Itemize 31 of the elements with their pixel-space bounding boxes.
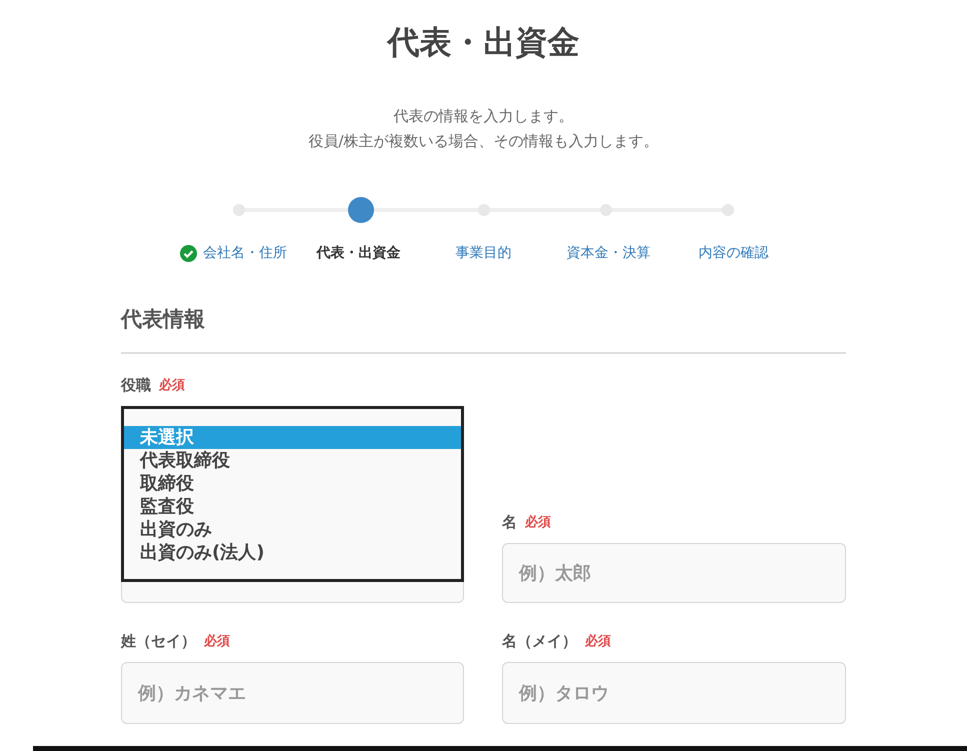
placeholder-text: 例）カネマエ [138, 682, 246, 705]
placeholder-text: 例）太郎 [519, 562, 591, 585]
step-label[interactable]: 会社名・住所 [203, 244, 287, 262]
field-label: 名 [502, 512, 517, 532]
check-circle-icon [180, 244, 197, 262]
step-label[interactable]: 内容の確認 [698, 244, 768, 262]
field-label: 名（メイ） [502, 632, 577, 650]
dropdown-option[interactable]: 出資のみ(法人) [124, 541, 461, 564]
required-tag: 必須 [204, 632, 230, 650]
required-tag: 必須 [525, 513, 551, 531]
step-label[interactable]: 資本金・決算 [566, 244, 650, 262]
required-tag: 必須 [585, 632, 611, 650]
step-label[interactable]: 事業目的 [456, 244, 512, 262]
dropdown-option[interactable]: 取締役 [124, 472, 461, 495]
dropdown-option[interactable]: 未選択 [124, 426, 461, 449]
required-tag: 必須 [159, 376, 185, 394]
field-label: 役職 [121, 376, 151, 394]
dropdown-option[interactable]: 出資のみ [124, 518, 461, 541]
field-label: 姓（セイ） [121, 632, 196, 650]
dropdown-list[interactable]: 未選択 代表取締役 取締役 監査役 出資のみ 出資のみ(法人) [121, 406, 464, 582]
page-title: 代表・出資金 [388, 22, 580, 62]
input-field[interactable]: 例）タロウ [502, 662, 846, 724]
step-label: 代表・出資金 [316, 244, 400, 262]
description-text: 代表の情報を入力します。 [394, 106, 574, 127]
dropdown-option[interactable]: 代表取締役 [124, 449, 461, 472]
input-field[interactable]: 例）カネマエ [121, 662, 464, 724]
dropdown-option[interactable]: 監査役 [124, 495, 461, 518]
input-field[interactable]: 例）太郎 [502, 543, 846, 603]
description-text: 役員/株主が複数いる場合、その情報も入力します。 [308, 131, 659, 152]
placeholder-text: 例）タロウ [519, 682, 609, 705]
section-title: 代表情報 [121, 304, 846, 354]
